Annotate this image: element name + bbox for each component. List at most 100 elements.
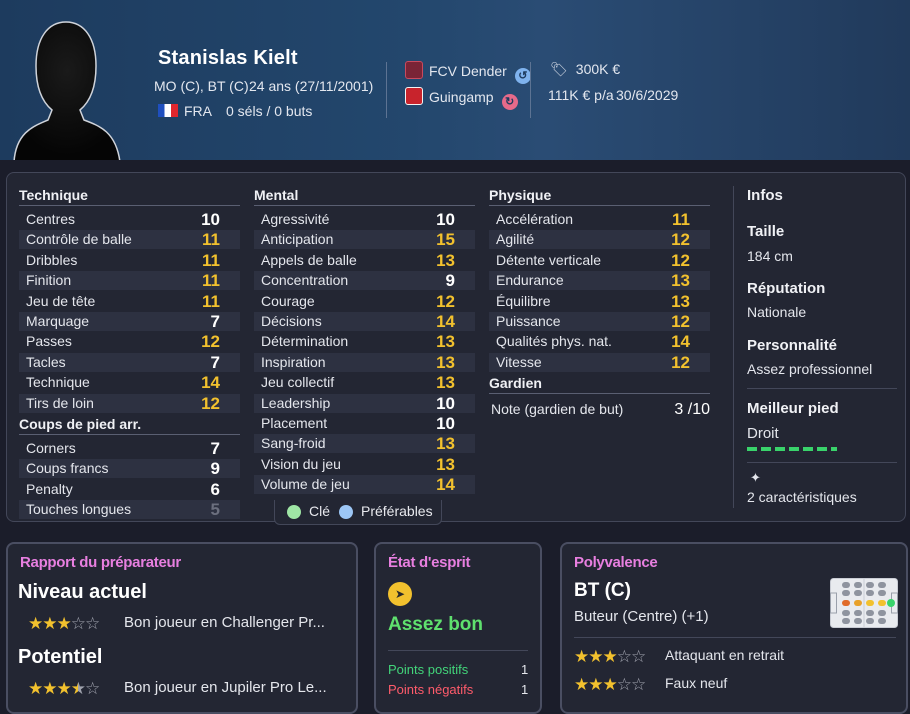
star-icon: ☆ [85,614,100,633]
attribute-label: Placement [261,415,328,431]
star-icon: ★ [574,647,589,666]
club-link[interactable]: FCV Dender ↺ [405,61,531,84]
alt-role-1-stars: ★★★☆☆ [574,647,646,666]
attribute-label: Tacles [26,353,66,370]
scout-report-title[interactable]: Rapport du préparateur [20,554,181,571]
attribute-row[interactable]: Corners 7 [19,439,240,458]
loan-club-link[interactable]: Guingamp ↻ [405,87,518,110]
attribute-row[interactable]: Touches longues 5 [19,500,240,520]
morale-title[interactable]: État d'esprit [388,554,470,571]
attribute-row[interactable]: Jeu collectif 13 [254,373,475,392]
attribute-row[interactable]: Tirs de loin 12 [19,393,240,413]
attribute-row[interactable]: Coups francs 9 [19,459,240,479]
goalkeeper-divider [489,393,710,394]
attribute-label: Vitesse [496,353,542,370]
traits-count[interactable]: 2 caractéristiques [747,489,857,505]
attribute-row[interactable]: Détermination 13 [254,332,475,351]
attribute-row[interactable]: Puissance 12 [489,312,710,331]
player-nationality[interactable]: FRA [158,103,212,119]
attribute-row[interactable]: Équilibre 13 [489,292,710,311]
versatility-title[interactable]: Polyvalence [574,554,658,571]
attribute-row[interactable]: Jeu de tête 11 [19,292,240,311]
star-icon: ☆ [616,675,632,694]
attribute-row[interactable]: Tacles 7 [19,352,240,372]
attribute-label: Contrôle de balle [26,231,132,248]
attribute-row[interactable]: Appels de balle 13 [254,251,475,270]
star-icon: ★ [588,675,603,694]
attribute-value: 11 [202,230,220,250]
legend: Clé Préférables [274,500,442,525]
attribute-row[interactable]: Agilité 12 [489,230,710,250]
attribute-label: Inspiration [261,353,326,370]
attribute-label: Jeu collectif [261,374,335,391]
attribute-row[interactable]: Volume de jeu 14 [254,475,475,495]
attribute-row[interactable]: Courage 12 [254,292,475,311]
mental-title: Mental [254,187,299,203]
alt-role-2-label[interactable]: Faux neuf [665,675,727,691]
alt-role-1-label[interactable]: Attaquant en retrait [665,647,784,663]
positive-points-count: 1 [521,662,529,677]
star-icon: ★ [574,675,589,694]
attribute-value: 7 [210,312,220,331]
loan-club-name: Guingamp [429,89,494,105]
loan-in-icon: ↻ [501,94,518,110]
star-icon: ☆ [631,647,646,666]
infos-separator [733,186,734,508]
attribute-row[interactable]: Penalty 6 [19,480,240,499]
attribute-row[interactable]: Sang-froid 13 [254,434,475,454]
attribute-row[interactable]: Centres 10 [19,210,240,229]
attribute-row[interactable]: Inspiration 13 [254,352,475,372]
attribute-label: Courage [261,292,315,309]
attribute-value: 12 [671,352,690,372]
attribute-label: Jeu de tête [26,292,96,309]
attribute-row[interactable]: Passes 12 [19,332,240,351]
star-icon: ★ [42,614,57,633]
attribute-label: Passes [26,333,72,350]
attribute-row[interactable]: Placement 10 [254,414,475,433]
club-name: FCV Dender [429,63,507,79]
position-pitch-map[interactable] [830,578,898,628]
attribute-row[interactable]: Décisions 14 [254,312,475,331]
morale-card: État d'esprit ➤ Assez bon Points positif… [374,542,542,714]
attribute-value: 13 [436,250,455,270]
set-pieces-divider [19,434,240,435]
best-foot-value: Droit [747,425,779,442]
header-divider-2 [530,62,531,118]
positive-points-label[interactable]: Points positifs [388,662,468,677]
attribute-row[interactable]: Technique 14 [19,373,240,392]
attribute-row[interactable]: Finition 11 [19,271,240,291]
attribute-label: Agressivité [261,211,330,227]
attribute-value: 13 [436,332,455,352]
attribute-value: 6 [210,479,220,499]
attribute-row[interactable]: Dribbles 11 [19,251,240,270]
player-name: Stanislas Kielt [158,47,298,69]
attribute-label: Détermination [261,333,349,350]
attribute-row[interactable]: Vitesse 12 [489,352,710,372]
star-icon: ☆ [631,675,646,694]
star-icon: ★ [28,679,43,698]
attribute-row[interactable]: Anticipation 15 [254,230,475,250]
attribute-row[interactable]: Concentration 9 [254,271,475,291]
morale-arrow-icon: ➤ [388,582,412,606]
attribute-label: Sang-froid [261,435,326,452]
attribute-row[interactable]: Qualités phys. nat. 14 [489,332,710,351]
attribute-row[interactable]: Contrôle de balle 11 [19,230,240,250]
reputation-label: Réputation [747,280,826,297]
header-divider [386,62,387,118]
attribute-row[interactable]: Leadership 10 [254,393,475,413]
goalkeeper-rating-row[interactable]: Note (gardien de but) 3 /10 [484,400,710,419]
versatility-divider [574,637,896,638]
infos-divider-2 [747,462,897,463]
attribute-row[interactable]: Marquage 7 [19,312,240,331]
attribute-label: Vision du jeu [261,455,341,472]
attribute-row[interactable]: Endurance 13 [489,271,710,291]
attribute-row[interactable]: Agressivité 10 [254,210,475,229]
negative-points-label[interactable]: Points négatifs [388,682,473,697]
legend-key-label: Clé [309,503,331,519]
attribute-row[interactable]: Détente verticale 12 [489,251,710,270]
attribute-label: Agilité [496,231,535,248]
attribute-row[interactable]: Accélération 11 [489,210,710,229]
personality-value[interactable]: Assez professionnel [747,361,872,377]
attribute-row[interactable]: Vision du jeu 13 [254,455,475,474]
attribute-value: 13 [436,373,455,393]
